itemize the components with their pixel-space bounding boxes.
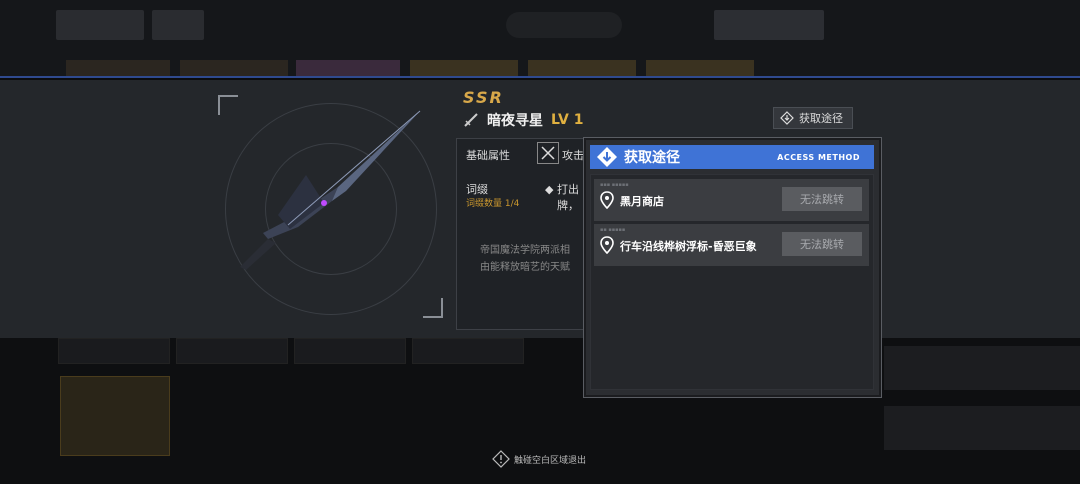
source-name: 行车沿线桦树浮标-昏恶巨象 — [620, 240, 757, 253]
source-tag-decor: ▪▪ ▪▪▪▪▪ — [600, 227, 626, 233]
modal-subtitle: ACCESS METHOD — [777, 152, 860, 162]
hud-tab — [506, 12, 622, 38]
side-option — [884, 346, 1080, 390]
source-tag-decor: ▪▪▪ ▪▪▪▪▪ — [600, 182, 629, 188]
download-icon — [780, 111, 794, 125]
location-pin-icon — [600, 191, 614, 209]
acquire-method-label: 获取途径 — [799, 112, 843, 125]
download-icon — [597, 147, 617, 167]
weapon-level: LV 1 — [551, 112, 584, 128]
inventory-tab — [412, 338, 524, 364]
back-button — [56, 10, 144, 40]
exit-diamond-icon — [492, 450, 510, 468]
hud-tab-active — [714, 10, 824, 40]
crossed-swords-icon[interactable] — [537, 142, 559, 164]
frame-corner — [423, 298, 443, 318]
attribute-panel — [456, 138, 588, 330]
affix-description-line1: 打出 — [556, 183, 579, 196]
top-hud — [0, 0, 1080, 78]
exit-hint-text: 触碰空白区域退出 — [514, 455, 587, 466]
sword-icon — [464, 113, 478, 127]
tab-base-attributes[interactable]: 基础属性 — [466, 147, 510, 163]
affix-description: ◆ 打出 — [545, 183, 579, 196]
modal-title: 获取途径 — [624, 150, 680, 166]
exit-hint[interactable]: 触碰空白区域退出 — [492, 450, 586, 468]
weapon-image — [240, 110, 421, 270]
affix-description-line2: 牌， — [557, 199, 579, 212]
source-row: ▪▪ ▪▪▪▪▪ 行车沿线桦树浮标-昏恶巨象 无法跳转 — [594, 224, 869, 266]
location-pin-icon — [600, 236, 614, 254]
source-name: 黑月商店 — [620, 195, 664, 208]
source-row: ▪▪▪ ▪▪▪▪▪ 黑月商店 无法跳转 — [594, 179, 869, 221]
inventory-tab — [176, 338, 288, 364]
tab-attack[interactable]: 攻击 — [562, 147, 584, 163]
jump-button[interactable]: 无法跳转 — [782, 187, 862, 211]
inventory-tab — [294, 338, 406, 364]
lore-text-line2: 由能释放暗艺的天赋 — [480, 262, 570, 273]
acquire-method-button[interactable]: 获取途径 — [773, 107, 853, 129]
inventory-item-card — [60, 376, 170, 456]
inventory-tab — [58, 338, 170, 364]
home-button — [152, 10, 204, 40]
side-option — [884, 406, 1080, 450]
rarity-badge: SSR — [463, 88, 504, 107]
weapon-name: 暗夜寻星 — [487, 113, 543, 129]
access-method-modal: 获取途径 ACCESS METHOD ▪▪▪ ▪▪▪▪▪ 黑月商店 无法跳转 ▪… — [583, 137, 882, 398]
modal-header: 获取途径 ACCESS METHOD — [590, 145, 874, 169]
weapon-title: 暗夜寻星 LV 1 — [463, 110, 583, 130]
affix-label: 词缀 — [466, 183, 488, 196]
affix-count: 词缀数量 1/4 — [466, 199, 520, 209]
hud-divider — [0, 76, 1080, 78]
jump-button[interactable]: 无法跳转 — [782, 232, 862, 256]
lore-text-line1: 帝国魔法学院两派相 — [480, 245, 570, 256]
